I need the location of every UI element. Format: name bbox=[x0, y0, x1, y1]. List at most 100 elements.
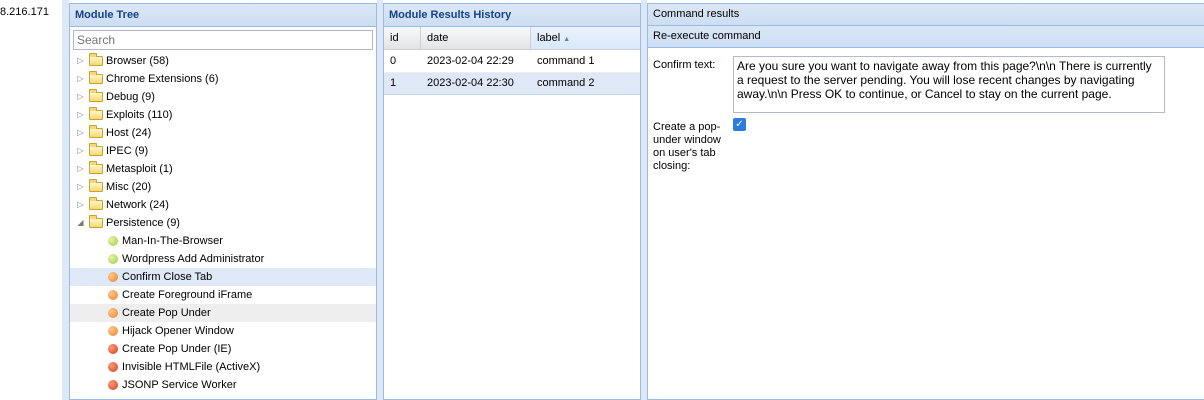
tree-category-label: Browser (58) bbox=[106, 55, 169, 67]
tree-category[interactable]: ▷ Host (24) bbox=[70, 124, 376, 142]
tree-category-label: IPEC (9) bbox=[106, 145, 149, 157]
status-green-icon bbox=[108, 236, 118, 246]
tree-module-label: Hijack Opener Window bbox=[122, 325, 234, 337]
folder-icon bbox=[89, 197, 103, 210]
splitter[interactable] bbox=[62, 0, 69, 400]
tree-module[interactable]: Hijack Opener Window bbox=[70, 322, 376, 340]
tree-category[interactable]: ▷ IPEC (9) bbox=[70, 142, 376, 160]
column-header-id[interactable]: id bbox=[384, 27, 421, 49]
expand-arrow-icon[interactable]: ▷ bbox=[76, 88, 85, 106]
cell-date: 2023-02-04 22:30 bbox=[427, 77, 514, 89]
tree-category-label: Metasploit (1) bbox=[106, 163, 173, 175]
expand-arrow-icon[interactable]: ▷ bbox=[76, 70, 85, 88]
tree-category-label: Misc (20) bbox=[106, 181, 152, 193]
tree-category[interactable]: ◢ Persistence (9) bbox=[70, 214, 376, 232]
tree-module[interactable]: Man-In-The-Browser bbox=[70, 232, 376, 250]
folder-icon bbox=[89, 215, 103, 228]
results-history-title: Module Results History bbox=[384, 4, 640, 27]
tree-module-label: Invisible HTMLFile (ActiveX) bbox=[122, 361, 261, 373]
tree-module-label: Man-In-The-Browser bbox=[122, 235, 223, 247]
expand-arrow-icon[interactable]: ▷ bbox=[76, 106, 85, 124]
tree-category[interactable]: ▷ Debug (9) bbox=[70, 88, 376, 106]
popunder-checkbox[interactable]: ✓ bbox=[733, 118, 746, 131]
status-green-icon bbox=[108, 254, 118, 264]
tree-module-label: JSONP Service Worker bbox=[122, 379, 237, 391]
confirm-text-input[interactable]: Are you sure you want to navigate away f… bbox=[733, 56, 1165, 113]
tree-module[interactable]: Create Foreground iFrame bbox=[70, 286, 376, 304]
tree-category[interactable]: ▷ Metasploit (1) bbox=[70, 160, 376, 178]
expand-arrow-icon[interactable]: ▷ bbox=[76, 142, 85, 160]
status-red-icon bbox=[108, 344, 118, 354]
module-search-input[interactable] bbox=[73, 30, 373, 50]
cell-id: 1 bbox=[390, 77, 397, 89]
tree-category-label: Exploits (110) bbox=[106, 109, 173, 121]
collapse-arrow-icon[interactable]: ◢ bbox=[76, 214, 85, 232]
cell-label: command 1 bbox=[537, 55, 595, 67]
expand-arrow-icon[interactable]: ▷ bbox=[76, 160, 85, 178]
tree-module-label: Create Pop Under bbox=[122, 307, 211, 319]
sort-ascending-icon: ▲ bbox=[563, 36, 571, 43]
tree-module[interactable]: Wordpress Add Administrator bbox=[70, 250, 376, 268]
module-tree: ▷ Browser (58) ▷ Chrome Extensions (6) ▷ Debu… bbox=[70, 52, 376, 394]
tree-module[interactable]: JSONP Service Worker bbox=[70, 376, 376, 394]
tree-category[interactable]: ▷ Chrome Extensions (6) bbox=[70, 70, 376, 88]
expand-arrow-icon[interactable]: ▷ bbox=[76, 52, 85, 70]
ip-address-fragment: 8.216.171 bbox=[0, 6, 49, 18]
command-panel: Command results Re-execute command Confi… bbox=[647, 3, 1204, 400]
folder-icon bbox=[89, 89, 103, 102]
folder-icon bbox=[89, 179, 103, 192]
status-orange-icon bbox=[108, 326, 118, 336]
tree-module-label: Wordpress Add Administrator bbox=[122, 253, 265, 265]
status-red-icon bbox=[108, 380, 118, 390]
folder-icon bbox=[89, 71, 103, 84]
cell-date: 2023-02-04 22:29 bbox=[427, 55, 514, 67]
tree-category-label: Persistence (9) bbox=[106, 217, 180, 229]
results-history-panel: Module Results History id date label ▲ 0 2… bbox=[383, 3, 641, 400]
module-tree-title: Module Tree bbox=[70, 4, 376, 27]
column-header-date-label: date bbox=[427, 32, 449, 44]
column-header-label[interactable]: label ▲ bbox=[531, 27, 640, 49]
check-icon: ✓ bbox=[735, 119, 744, 130]
status-red-icon bbox=[108, 362, 118, 372]
tree-module-label: Confirm Close Tab bbox=[122, 271, 213, 283]
tree-category-label: Network (24) bbox=[106, 199, 169, 211]
column-header-id-label: id bbox=[390, 32, 399, 44]
cell-label: command 2 bbox=[537, 77, 595, 89]
cell-id: 0 bbox=[390, 55, 397, 67]
tree-module[interactable]: Invisible HTMLFile (ActiveX) bbox=[70, 358, 376, 376]
module-tree-panel: Module Tree ▷ Browser (58) ▷ Chrome Extensi… bbox=[69, 3, 377, 400]
tree-module[interactable]: Create Pop Under bbox=[70, 304, 376, 322]
tree-module-label: Create Foreground iFrame bbox=[122, 289, 253, 301]
tree-module[interactable]: Create Pop Under (IE) bbox=[70, 340, 376, 358]
command-results-header[interactable]: Command results bbox=[648, 4, 1204, 26]
tree-category[interactable]: ▷ Exploits (110) bbox=[70, 106, 376, 124]
tree-category[interactable]: ▷ Misc (20) bbox=[70, 178, 376, 196]
left-sidebar-strip: 8.216.171 bbox=[0, 0, 62, 400]
tree-category-label: Debug (9) bbox=[106, 91, 155, 103]
expand-arrow-icon[interactable]: ▷ bbox=[76, 196, 85, 214]
tree-module[interactable]: Confirm Close Tab bbox=[70, 268, 376, 286]
confirm-text-label: Confirm text: bbox=[653, 59, 716, 71]
expand-arrow-icon[interactable]: ▷ bbox=[76, 124, 85, 142]
status-orange-icon bbox=[108, 308, 118, 318]
folder-icon bbox=[89, 143, 103, 156]
column-header-date[interactable]: date bbox=[421, 27, 531, 49]
tree-category[interactable]: ▷ Network (24) bbox=[70, 196, 376, 214]
table-row[interactable]: 1 2023-02-04 22:30 command 2 bbox=[384, 73, 640, 95]
tree-category-label: Host (24) bbox=[106, 127, 152, 139]
reexecute-command-header[interactable]: Re-execute command bbox=[648, 26, 1204, 48]
results-grid-header: id date label ▲ bbox=[384, 27, 640, 50]
tree-category[interactable]: ▷ Browser (58) bbox=[70, 52, 376, 70]
table-row[interactable]: 0 2023-02-04 22:29 command 1 bbox=[384, 51, 640, 73]
folder-icon bbox=[89, 107, 103, 120]
folder-icon bbox=[89, 53, 103, 66]
status-orange-icon bbox=[108, 290, 118, 300]
folder-icon bbox=[89, 125, 103, 138]
tree-module-label: Create Pop Under (IE) bbox=[122, 343, 232, 355]
column-header-label-label: label bbox=[537, 32, 561, 44]
status-orange-icon bbox=[108, 272, 118, 282]
tree-category-label: Chrome Extensions (6) bbox=[106, 73, 219, 85]
expand-arrow-icon[interactable]: ▷ bbox=[76, 178, 85, 196]
popunder-label: Create a pop-under window on user's tab … bbox=[653, 121, 721, 172]
folder-icon bbox=[89, 161, 103, 174]
